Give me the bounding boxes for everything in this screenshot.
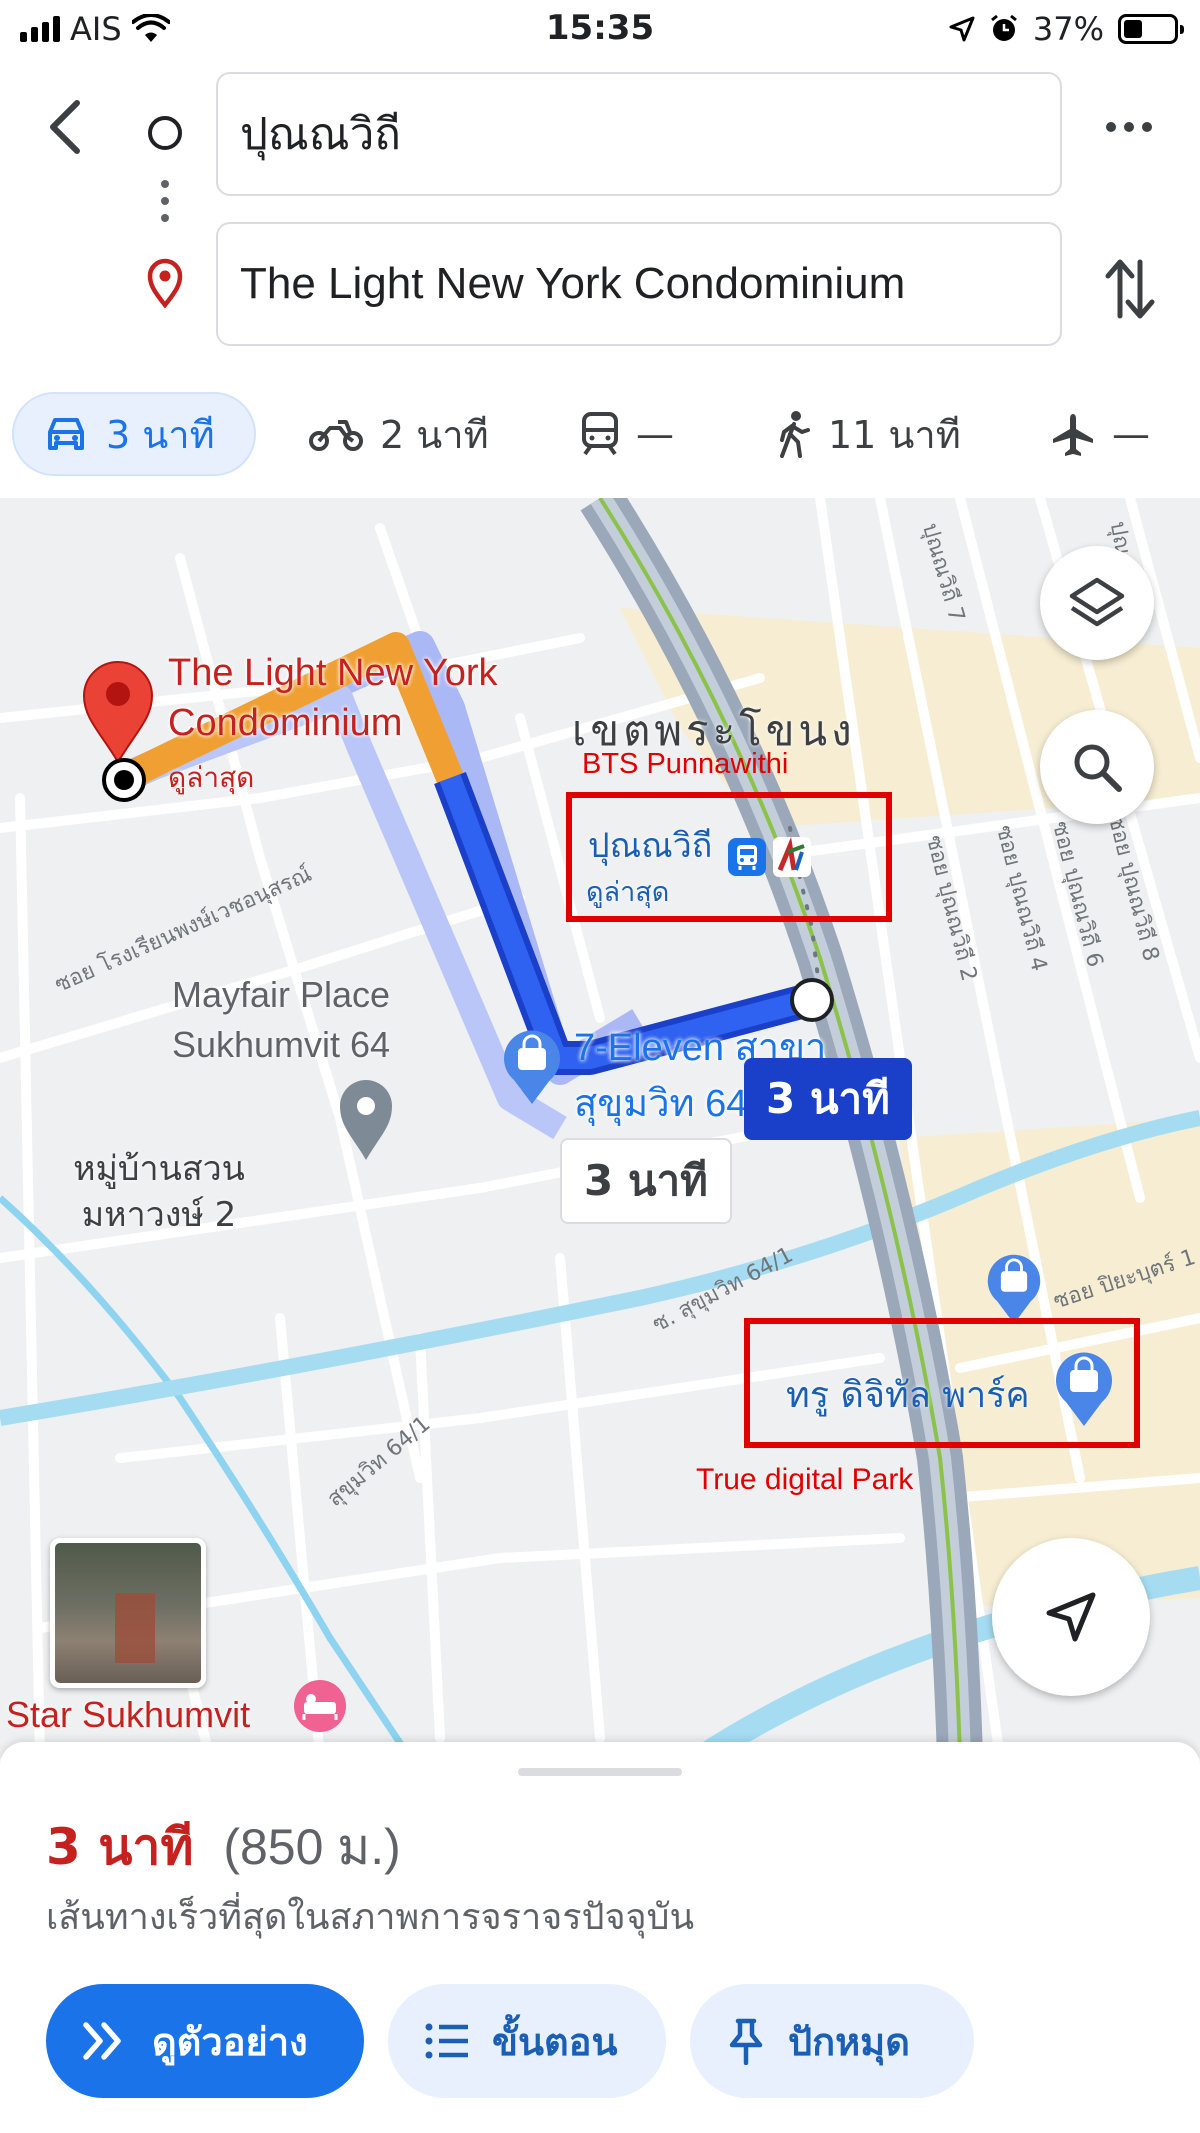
status-right: 37% — [949, 10, 1184, 48]
alternate-route-eta[interactable]: 3 นาที — [560, 1138, 732, 1224]
steps-label: ขั้นตอน — [492, 2019, 618, 2064]
mode-walk[interactable]: 11 นาที — [776, 392, 961, 476]
mode-car-label: 3 นาที — [106, 412, 215, 457]
street-view-thumbnail[interactable] — [50, 1538, 206, 1688]
pushpin-icon — [729, 2018, 763, 2065]
search-icon — [1074, 744, 1122, 792]
destination-label[interactable]: The Light New York Condominium — [168, 648, 528, 748]
primary-route-eta[interactable]: 3 นาที — [744, 1058, 912, 1140]
shopping-marker-icon — [987, 1254, 1041, 1324]
mode-motorcycle[interactable]: 2 นาที — [308, 392, 489, 476]
true-park-annotation: True digital Park — [696, 1463, 914, 1496]
back-button[interactable] — [30, 92, 100, 162]
mode-transit-label: — — [636, 412, 674, 456]
village-label: หมู่บ้านสวน มหาวงษ์ 2 — [73, 1149, 245, 1235]
battery-icon — [1118, 14, 1184, 44]
map-search-button[interactable] — [1040, 710, 1154, 824]
preview-button[interactable]: ดูตัวอย่าง — [46, 1984, 364, 2098]
directions-header: ปุณณวิถี The Light New York Condominium — [0, 62, 1200, 362]
route-summary: 3 นาที (850 ม.) — [46, 1808, 401, 1887]
sheet-drag-handle[interactable] — [518, 1768, 682, 1776]
station-sub-label: ดูล่าสุด — [586, 877, 670, 908]
destination-sub-label: ดูล่าสุด — [168, 761, 255, 794]
mode-car[interactable]: 3 นาที — [12, 392, 256, 476]
pin-button[interactable]: ปักหมุด — [690, 1984, 974, 2098]
car-icon — [48, 418, 84, 450]
bts-logo-icon — [773, 837, 811, 877]
train-icon — [582, 412, 618, 456]
map-view[interactable]: ซอย โรงเรียนพงษ์เวชอนุสรณ์ ซ. สุขุมวิท 6… — [0, 498, 1200, 1758]
list-icon — [425, 2023, 468, 2059]
shopping-marker-icon — [504, 1030, 560, 1104]
mode-motorcycle-label: 2 นาที — [380, 412, 489, 457]
mode-flight-label: — — [1112, 412, 1150, 456]
flight-icon — [1053, 414, 1093, 456]
true-park-label[interactable]: ทรู ดิจิทัล พาร์ค — [786, 1366, 1030, 1423]
navigation-arrow-icon — [1046, 1592, 1096, 1642]
route-note: เส้นทางเร็วที่สุดในสภาพการจราจรปัจจุบัน — [46, 1897, 695, 1938]
route-bottom-sheet: 3 นาที (850 ม.) เส้นทางเร็วที่สุดในสภาพก… — [0, 1742, 1200, 2133]
back-arrow-icon — [50, 100, 80, 154]
destination-pin-icon — [147, 258, 183, 308]
alarm-icon — [990, 14, 1017, 41]
more-options-icon[interactable] — [1106, 122, 1152, 132]
layers-icon — [1069, 577, 1125, 627]
motorcycle-icon — [309, 420, 363, 451]
origin-circle-icon — [148, 116, 182, 150]
walk-icon — [780, 411, 810, 458]
station-label[interactable]: ปุณณวิถี — [588, 818, 712, 872]
mode-walk-label: 11 นาที — [828, 412, 961, 457]
shopping-marker-icon — [1056, 1352, 1112, 1426]
travel-mode-tabs: 3 นาที 2 นาที — 11 นาที — — [0, 392, 1200, 480]
preview-label: ดูตัวอย่าง — [152, 2019, 308, 2064]
battery-percent: 37% — [1032, 10, 1104, 48]
origin-input[interactable]: ปุณณวิถี — [216, 72, 1062, 196]
destination-input[interactable]: The Light New York Condominium — [216, 222, 1062, 346]
bts-annotation: BTS Punnawithi — [582, 748, 789, 780]
swap-icon[interactable] — [1100, 254, 1160, 324]
pin-label: ปักหมุด — [788, 2019, 910, 2064]
route-dots-icon — [161, 180, 169, 222]
destination-marker-icon — [82, 661, 154, 764]
bus-stop-icon — [728, 838, 766, 876]
hotel-marker-icon — [294, 1680, 346, 1732]
status-bar: AIS 15:35 37% — [0, 0, 1200, 62]
mayfair-label[interactable]: Mayfair Place Sukhumvit 64 — [156, 970, 406, 1070]
route-duration: 3 นาที — [46, 1818, 194, 1876]
steps-button[interactable]: ขั้นตอน — [388, 1984, 666, 2098]
layers-button[interactable] — [1040, 546, 1154, 660]
my-location-button[interactable] — [992, 1538, 1150, 1696]
place-pin-icon — [340, 1080, 392, 1160]
mode-flight[interactable]: — — [1050, 392, 1150, 476]
double-chevron-icon — [83, 2022, 121, 2060]
origin-endpoint-icon — [790, 978, 834, 1022]
mode-transit[interactable]: — — [580, 392, 674, 476]
destination-endpoint-icon — [102, 758, 146, 802]
route-distance: (850 ม.) — [223, 1819, 401, 1875]
hotel-label[interactable]: Star Sukhumvit — [6, 1694, 250, 1736]
location-arrow-icon — [949, 16, 975, 42]
